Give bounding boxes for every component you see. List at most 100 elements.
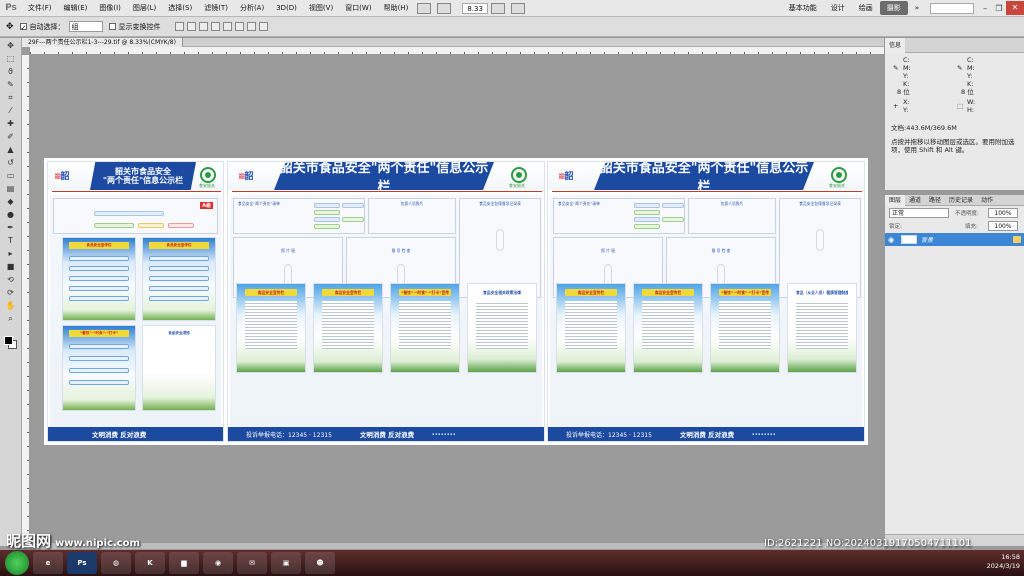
opacity-field[interactable]: 100% (988, 208, 1018, 218)
menu-file[interactable]: 文件(F) (22, 3, 58, 13)
taskbar-green-square-icon[interactable]: ▣ (271, 552, 301, 574)
3d-rotate-tool-icon[interactable]: ⟲ (4, 274, 18, 285)
right-poster-2: 食品安全宣传栏 (633, 283, 703, 373)
mini-bridge-icon[interactable] (437, 2, 452, 14)
eraser-tool-icon[interactable]: ▭ (4, 170, 18, 181)
tab-channels[interactable]: 通道 (905, 195, 925, 206)
layer-row-background[interactable]: ◉ 背景 (885, 233, 1024, 246)
menu-help[interactable]: 帮助(H) (378, 3, 415, 13)
tab-actions[interactable]: 动作 (977, 195, 997, 206)
taskbar-clock[interactable]: 16:58 2024/3/19 (987, 553, 1020, 571)
left-poster-2: 食品安全宣传栏 (142, 237, 216, 321)
3d-orbit-tool-icon[interactable]: ⟳ (4, 287, 18, 298)
taskbar-k-icon[interactable]: K (135, 552, 165, 574)
canvas-area[interactable]: ≡韶 韶关市食品安全 "两个责任"信息公示栏 食安韶关 A级 食品安全宣传栏 食… (30, 55, 884, 543)
restore-icon[interactable]: ❐ (992, 4, 1006, 13)
menu-analysis[interactable]: 分析(A) (234, 3, 270, 13)
eyedropper-tool-icon[interactable]: ⁄ (4, 105, 18, 116)
move-tool-icon[interactable]: ✥ (4, 40, 18, 51)
healing-tool-icon[interactable]: ✚ (4, 118, 18, 129)
distribute-icon[interactable] (246, 22, 256, 31)
mid-poster-3-title: “餐饮”·“时食”·“打卡”宣传 (399, 289, 451, 296)
mid-poster-3: “餐饮”·“时食”·“打卡”宣传 (390, 283, 460, 373)
tab-layers[interactable]: 图层 (885, 194, 906, 206)
menu-select[interactable]: 选择(S) (162, 3, 198, 13)
workspace-design[interactable]: 设计 (824, 3, 852, 13)
bridge-icon[interactable] (417, 2, 432, 14)
screen-mode-icon[interactable] (510, 2, 525, 14)
blend-mode-select[interactable]: 正常 (889, 208, 949, 218)
workspace-painting[interactable]: 绘画 (852, 3, 880, 13)
horizontal-ruler[interactable] (30, 47, 884, 55)
right-poster-3: “餐饮”·“时食”·“打卡”宣传 (710, 283, 780, 373)
align-hcenter-icon[interactable] (222, 22, 232, 31)
marquee-tool-icon[interactable]: ⬚ (4, 53, 18, 64)
zoom-level-field[interactable]: 8.33 (462, 2, 488, 14)
tab-history[interactable]: 历史记录 (945, 195, 977, 206)
arrange-documents-icon[interactable] (490, 2, 505, 14)
taskbar-wechat-icon[interactable]: ✉ (237, 552, 267, 574)
gradient-tool-icon[interactable]: ▤ (4, 183, 18, 194)
minimize-icon[interactable]: – (978, 4, 992, 13)
right-panel-title: 韶关市食品安全"两个责任"信息公示栏 (594, 162, 814, 190)
dodge-tool-icon[interactable]: ● (4, 209, 18, 220)
mid-poster-1-title: 食品安全宣传栏 (245, 289, 297, 296)
middle-footer-hotline: 投诉举报电话：12345 · 12315 (246, 431, 332, 439)
taskbar-folder-icon[interactable]: ▆ (169, 552, 199, 574)
workspace-more-button[interactable]: » (908, 4, 926, 12)
menu-filter[interactable]: 滤镜(T) (198, 3, 234, 13)
menu-edit[interactable]: 编辑(E) (58, 3, 94, 13)
auto-select-checkbox[interactable]: ✓ (19, 23, 27, 32)
start-button-icon[interactable] (5, 551, 29, 575)
history-brush-tool-icon[interactable]: ↺ (4, 157, 18, 168)
stamp-tool-icon[interactable]: ▲ (4, 144, 18, 155)
menu-layer[interactable]: 图层(L) (127, 3, 162, 13)
staff-photo-caption: 包保人员照片 (400, 201, 424, 206)
taskbar-photoshop-icon[interactable]: Ps (67, 552, 97, 574)
align-vcenter-icon[interactable] (186, 22, 196, 31)
menu-3d[interactable]: 3D(D) (270, 4, 303, 12)
show-transform-checkbox[interactable] (108, 23, 116, 30)
taskbar-green-app-icon[interactable]: ◉ (203, 552, 233, 574)
lasso-tool-icon[interactable]: ϑ (4, 66, 18, 77)
auto-select-dropdown[interactable]: 组 (68, 21, 103, 32)
crop-tool-icon[interactable]: ⌗ (4, 92, 18, 103)
menu-view[interactable]: 视图(V) (303, 3, 339, 13)
right-poster-4: 食品（从业人员）健康管理制度 (787, 283, 857, 373)
document-tab[interactable]: 29F---两个责任公示栏1-3---29.tif @ 8.33%(CMYK/8… (22, 38, 183, 47)
align-bottom-icon[interactable] (198, 22, 208, 31)
workspace-photography[interactable]: 摄影 (879, 1, 908, 15)
menu-window[interactable]: 窗口(W) (339, 3, 377, 13)
distribute-2-icon[interactable] (258, 22, 268, 31)
align-right-icon[interactable] (234, 22, 244, 31)
taskbar-qq-icon[interactable]: ☻ (305, 552, 335, 574)
move-tool-icon[interactable]: ✥ (6, 22, 14, 32)
brush-tool-icon[interactable]: ✐ (4, 131, 18, 142)
left-poster-1-title: 食品安全宣传栏 (69, 242, 129, 249)
shape-tool-icon[interactable]: ■ (4, 261, 18, 272)
taskbar-globe-icon[interactable]: ◍ (101, 552, 131, 574)
path-select-tool-icon[interactable]: ▸ (4, 248, 18, 259)
taskbar-ie-icon[interactable]: e (33, 552, 63, 574)
visibility-eye-icon[interactable]: ◉ (885, 236, 897, 244)
foreground-color-swatch[interactable] (4, 336, 13, 345)
search-input[interactable] (930, 2, 974, 14)
hand-tool-icon[interactable]: ✋ (4, 300, 18, 311)
align-left-icon[interactable] (210, 22, 220, 31)
align-top-icon[interactable] (174, 22, 184, 31)
pen-tool-icon[interactable]: ✒ (4, 222, 18, 233)
quick-select-tool-icon[interactable]: ✎ (4, 79, 18, 90)
close-icon[interactable]: ✕ (1006, 1, 1024, 15)
tab-paths[interactable]: 路径 (925, 195, 945, 206)
menu-image[interactable]: 图像(I) (93, 3, 127, 13)
workspace-essentials[interactable]: 基本功能 (782, 3, 824, 13)
vertical-ruler[interactable] (22, 55, 30, 543)
blur-tool-icon[interactable]: ◆ (4, 196, 18, 207)
responsibility-list-box: 食品安全“两个责任”清单 (553, 198, 685, 234)
zoom-tool-icon[interactable]: ⌕ (4, 313, 18, 324)
tab-info[interactable]: 信息 (885, 37, 906, 53)
fill-field[interactable]: 100% (988, 221, 1018, 231)
photo-wall-caption: 照 片 墙 (281, 248, 295, 253)
supervision-caption: 督 导 检 查 (711, 248, 731, 253)
type-tool-icon[interactable]: T (4, 235, 18, 246)
